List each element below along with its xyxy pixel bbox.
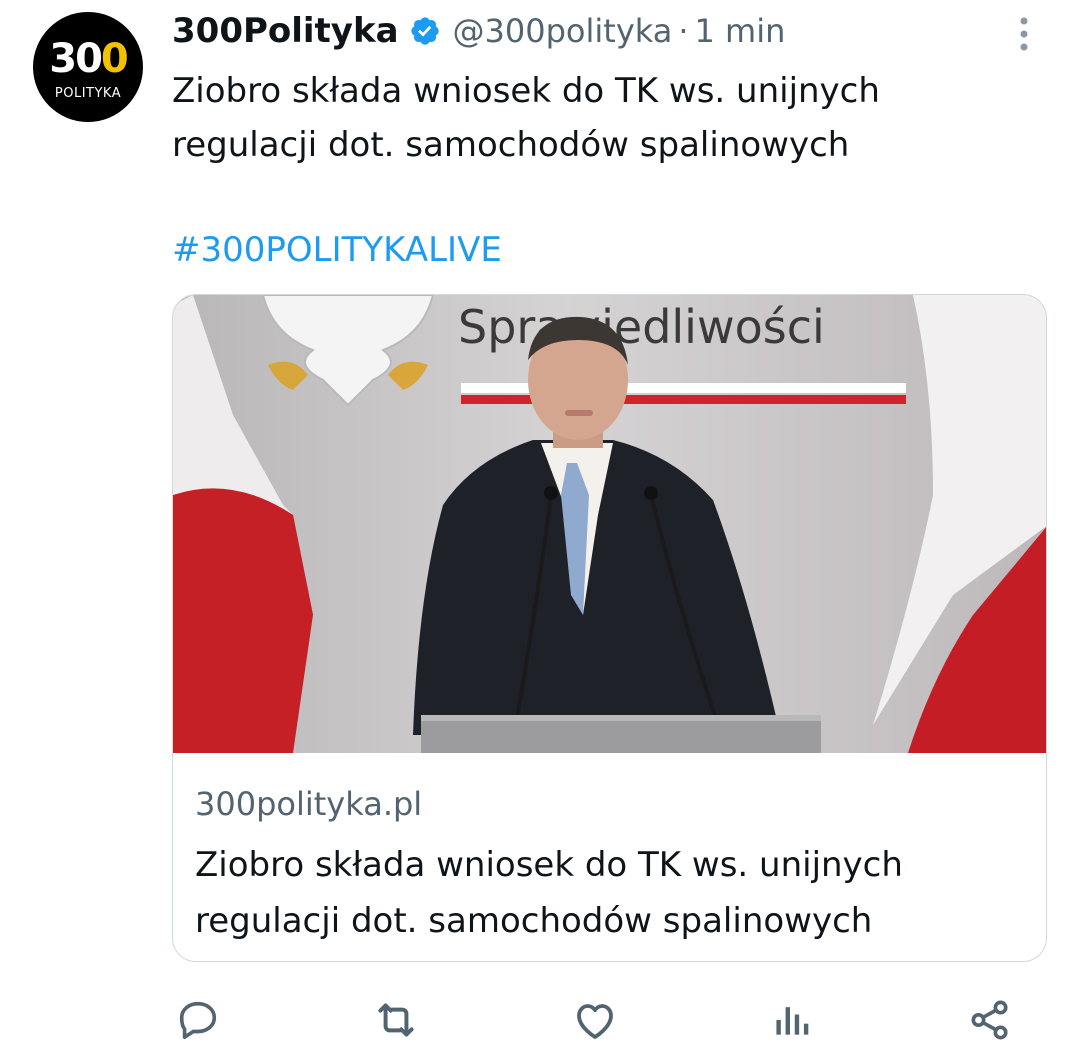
- reply-button[interactable]: [168, 990, 228, 1050]
- avatar-logo-number: 300: [49, 36, 129, 82]
- card-image-wall-text: Sprawiedliwości: [458, 300, 825, 354]
- tweet-action-bar: [0, 990, 1080, 1050]
- retweet-icon: [378, 1003, 414, 1037]
- like-icon: [577, 1004, 613, 1039]
- avatar[interactable]: 300 POLITYKA: [33, 12, 143, 122]
- tweet-text: Ziobro składa wniosek do TK ws. unijnych…: [172, 71, 880, 165]
- author-name[interactable]: 300Polityka: [172, 11, 399, 51]
- views-button[interactable]: [762, 990, 822, 1050]
- link-preview-card[interactable]: Sprawiedliwości 300polityka.pl Ziobro sk…: [172, 294, 1047, 962]
- retweet-button[interactable]: [366, 990, 426, 1050]
- reply-icon: [179, 1001, 217, 1040]
- more-options-icon[interactable]: [1010, 14, 1038, 54]
- views-icon: [776, 1007, 809, 1035]
- card-image: Sprawiedliwości: [173, 295, 1046, 753]
- author-handle[interactable]: @300polityka: [453, 12, 673, 50]
- tweet-timestamp[interactable]: 1 min: [695, 12, 786, 50]
- like-button[interactable]: [565, 990, 625, 1050]
- verified-badge-icon: [410, 17, 439, 45]
- share-button[interactable]: [960, 990, 1020, 1050]
- tweet-header: 300Polityka @300polityka · 1 min: [172, 10, 785, 52]
- share-icon: [971, 1000, 1008, 1040]
- separator-dot: ·: [678, 12, 689, 50]
- avatar-logo-subtitle: POLITYKA: [54, 86, 122, 101]
- hashtag-link[interactable]: #300POLITYKALIVE: [172, 228, 502, 272]
- card-domain: 300polityka.pl: [195, 785, 423, 823]
- card-title: Ziobro składa wniosek do TK ws. unijnych…: [195, 845, 903, 941]
